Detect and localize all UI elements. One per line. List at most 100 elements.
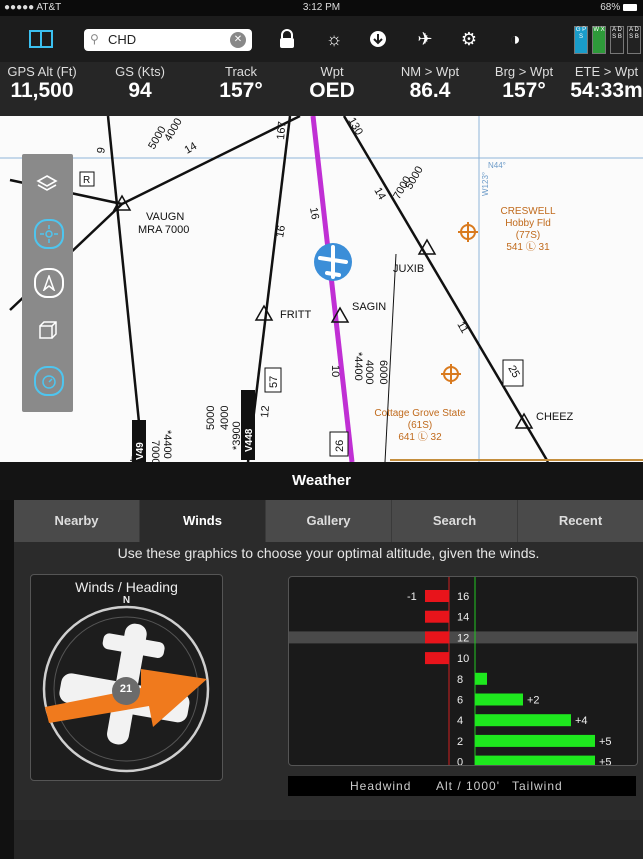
airway-v49-label: V49 bbox=[135, 442, 146, 460]
adsb-badge[interactable]: A D S B bbox=[610, 26, 624, 54]
settings-gear-icon[interactable]: ⚙ bbox=[456, 26, 482, 52]
headwind-bar bbox=[425, 631, 449, 644]
battery-icon bbox=[623, 3, 637, 11]
battery-label: 68% bbox=[600, 2, 637, 13]
legend-tailwind: Tailwind bbox=[512, 779, 563, 793]
altitude-tick-label: 16 bbox=[457, 591, 469, 603]
search-icon: ⚲ bbox=[90, 32, 99, 46]
altitude-tick-label: 8 bbox=[457, 674, 463, 686]
search-input[interactable]: ⚲ CHD ✕ bbox=[84, 29, 252, 51]
tab-recent[interactable]: Recent bbox=[518, 500, 643, 542]
moca-label-6: *4400 bbox=[161, 430, 173, 459]
headwind-bar bbox=[425, 590, 449, 602]
mea-label-4: 5000 bbox=[205, 406, 217, 430]
altitude-tick-label: 0 bbox=[457, 757, 463, 765]
weather-tabs: Nearby Winds Gallery Search Recent bbox=[14, 500, 643, 542]
course-label-167: 167 bbox=[275, 121, 289, 140]
track-up-icon[interactable] bbox=[34, 219, 64, 249]
tab-winds[interactable]: Winds bbox=[140, 500, 266, 542]
mileage-label-3: 16 bbox=[274, 224, 288, 238]
compass-north-icon[interactable] bbox=[34, 268, 64, 298]
course-label-130: 130 bbox=[345, 116, 365, 137]
mileage-label-7: 12 bbox=[259, 405, 272, 418]
gps-badge[interactable]: G P S bbox=[574, 26, 588, 54]
tailwind-bar bbox=[475, 714, 571, 727]
fix-sagin-label: SAGIN bbox=[352, 301, 386, 313]
gps-altitude-cell[interactable]: GPS Alt (Ft) 11,500 bbox=[0, 64, 84, 103]
wind-value-label: -1 bbox=[407, 591, 417, 603]
sectional-map[interactable]: VAUGN MRA 7000 JUXIB SAGIN FRITT CHEEZ 5… bbox=[0, 116, 643, 462]
brightness-icon[interactable]: ☼ bbox=[321, 26, 347, 52]
bearing-to-waypoint-cell[interactable]: Brg > Wpt 157° bbox=[480, 64, 568, 103]
altitude-tick-label: 2 bbox=[457, 736, 463, 748]
moca-label-5: *3900 bbox=[231, 421, 243, 450]
mea-label-5: 4000 bbox=[219, 406, 231, 430]
layers-icon[interactable] bbox=[34, 170, 60, 196]
fix-cheez-label: CHEEZ bbox=[536, 411, 574, 423]
clear-search-icon[interactable]: ✕ bbox=[230, 32, 246, 48]
winds-aloft-chart: 16 -1 14 12 10 8 6 +2 4 +4 2 +5 0 +5 bbox=[288, 576, 638, 769]
wind-value-label: +5 bbox=[599, 757, 612, 765]
fix-vaugn-mra: MRA 7000 bbox=[138, 224, 189, 236]
moca-label-4: *4400 bbox=[352, 352, 364, 381]
groundspeed-cell[interactable]: GS (Kts) 94 bbox=[100, 64, 180, 103]
moca-label: 4000 bbox=[162, 116, 185, 143]
mileage-label: 14 bbox=[183, 140, 200, 157]
wx-badge[interactable]: W X bbox=[592, 26, 606, 54]
longitude-label: W123° bbox=[481, 172, 490, 196]
airport-cottage-grove-name: Cottage Grove State bbox=[374, 408, 466, 419]
mileage-label-6: 10 bbox=[329, 365, 341, 377]
mea-label-3: 6000 bbox=[377, 360, 389, 384]
adsb-badge-2[interactable]: A D S B bbox=[627, 26, 641, 54]
track-cell[interactable]: Track 157° bbox=[200, 64, 282, 103]
lock-icon[interactable] bbox=[274, 26, 300, 52]
mea-label-6: 7000 bbox=[149, 440, 161, 462]
winds-aloft-legend: Headwind Alt / 1000' Tailwind bbox=[288, 776, 636, 796]
tailwind-bar bbox=[475, 672, 487, 685]
download-icon[interactable] bbox=[365, 26, 391, 52]
split-view-icon[interactable] bbox=[28, 26, 54, 52]
airport-creswell-name: CRESWELL bbox=[500, 206, 555, 217]
waypoint-cell[interactable]: Wpt OED bbox=[292, 64, 372, 103]
tailwind-bar bbox=[475, 693, 523, 706]
altitude-tick-label: 10 bbox=[457, 653, 469, 665]
mileage-label-9: 9 bbox=[95, 146, 108, 154]
winds-heading-card: Winds / Heading N 21 bbox=[30, 574, 223, 781]
altitude-tick-label: 14 bbox=[457, 612, 469, 624]
moca-label-2: 5000 bbox=[403, 164, 426, 191]
altitude-tick-label: 4 bbox=[457, 715, 463, 727]
bottom-fade bbox=[14, 820, 643, 859]
altitude-tick-label: 12 bbox=[457, 632, 469, 644]
latitude-label: N44° bbox=[488, 161, 506, 170]
airport-creswell-type: Hobby Fld bbox=[505, 218, 551, 229]
weather-panel-title: Weather bbox=[0, 462, 643, 500]
map-sidebar bbox=[22, 154, 73, 412]
wind-speed-label: 21 bbox=[119, 683, 133, 695]
wind-value-label: +5 bbox=[599, 736, 612, 748]
clock: 3:12 PM bbox=[302, 2, 341, 13]
altitude-tick-label: 6 bbox=[457, 695, 463, 707]
course-shield-57: 57 bbox=[268, 376, 280, 388]
distance-to-waypoint-cell[interactable]: NM > Wpt 86.4 bbox=[386, 64, 474, 103]
tab-gallery[interactable]: Gallery bbox=[266, 500, 392, 542]
airplane-icon[interactable]: ✈ bbox=[412, 26, 438, 52]
fix-juxib-label: JUXIB bbox=[393, 263, 424, 275]
tab-nearby[interactable]: Nearby bbox=[14, 500, 140, 542]
wind-compass bbox=[42, 605, 210, 773]
instrument-strip[interactable]: GPS Alt (Ft) 11,500 GS (Kts) 94 Track 157° … bbox=[0, 62, 643, 116]
wind-value-label: +4 bbox=[575, 715, 588, 727]
tab-search[interactable]: Search bbox=[392, 500, 518, 542]
airport-creswell-info: 541 Ⓛ 31 bbox=[506, 241, 550, 253]
night-mode-icon[interactable]: ◑ bbox=[502, 26, 528, 52]
winds-instructions: Use these graphics to choose your optima… bbox=[117, 545, 540, 561]
airport-cottage-grove-id: (61S) bbox=[408, 420, 432, 431]
mileage-label-2: 16 bbox=[307, 206, 321, 220]
headwind-bar bbox=[425, 652, 449, 665]
ete-to-waypoint-cell[interactable]: ETE > Wpt 54:33m bbox=[570, 64, 643, 103]
mileage-label-5: 11 bbox=[454, 320, 470, 336]
search-value: CHD bbox=[108, 32, 137, 47]
instruments-gauge-icon[interactable] bbox=[34, 366, 64, 396]
legend-altitude: Alt / 1000' bbox=[436, 779, 500, 793]
3d-view-icon[interactable] bbox=[34, 317, 60, 343]
status-bar: ●●●●● AT&T 3:12 PM 68% bbox=[0, 0, 643, 16]
